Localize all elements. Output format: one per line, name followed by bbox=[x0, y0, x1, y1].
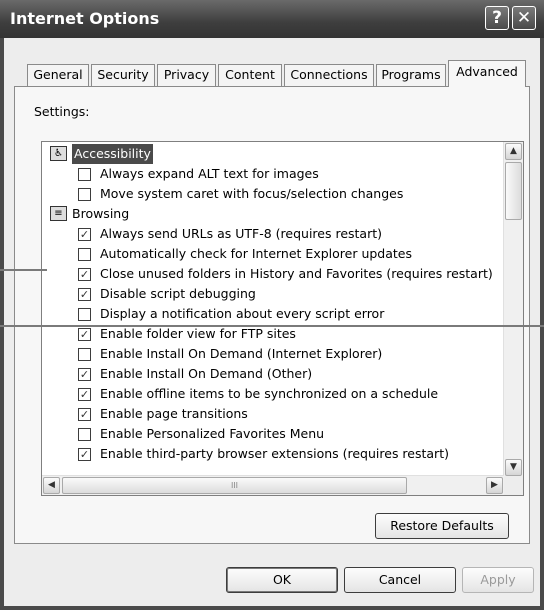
scroll-up-button[interactable]: ▲ bbox=[505, 143, 522, 160]
restore-defaults-button[interactable]: Restore Defaults bbox=[375, 513, 509, 539]
internet-options-window: Internet Options ? ✕ General Security Pr… bbox=[0, 0, 544, 610]
tab-connections[interactable]: Connections bbox=[284, 64, 374, 86]
settings-category[interactable]: ≡ Browsing bbox=[42, 204, 502, 224]
option-label: Disable script debugging bbox=[100, 286, 256, 301]
checkbox-unchecked[interactable] bbox=[78, 168, 91, 181]
horizontal-scrollbar[interactable]: ◀ III ▶ bbox=[42, 475, 504, 495]
settings-option[interactable]: ✓ Enable Install On Demand (Other) bbox=[42, 364, 502, 384]
checkbox-unchecked[interactable] bbox=[78, 348, 91, 361]
tab-general[interactable]: General bbox=[27, 64, 89, 86]
settings-label: Settings: bbox=[34, 104, 90, 119]
advanced-tab-panel: Settings: ♿ Accessibility Always expand AL… bbox=[14, 86, 530, 544]
settings-option[interactable]: ✓ Always send URLs as UTF-8 (requires res… bbox=[42, 224, 502, 244]
checkbox-checked[interactable]: ✓ bbox=[78, 408, 91, 421]
vertical-scrollbar[interactable]: ▲ ▼ bbox=[503, 142, 523, 477]
checkbox-checked[interactable]: ✓ bbox=[78, 328, 91, 341]
browsing-icon: ≡ bbox=[50, 206, 67, 221]
settings-option[interactable]: ✓ Enable folder view for FTP sites bbox=[42, 324, 502, 344]
overlay-line bbox=[0, 325, 544, 327]
checkbox-checked[interactable]: ✓ bbox=[78, 288, 91, 301]
checkbox-unchecked[interactable] bbox=[78, 308, 91, 321]
tab-security[interactable]: Security bbox=[91, 64, 155, 86]
option-label: Enable Personalized Favorites Menu bbox=[100, 426, 325, 441]
scroll-down-button[interactable]: ▼ bbox=[505, 459, 522, 476]
checkbox-checked[interactable]: ✓ bbox=[78, 268, 91, 281]
scroll-right-button[interactable]: ▶ bbox=[486, 477, 503, 494]
cancel-button[interactable]: Cancel bbox=[344, 567, 456, 593]
checkbox-checked[interactable]: ✓ bbox=[78, 388, 91, 401]
dialog-body: General Security Privacy Content Connect… bbox=[4, 38, 540, 606]
apply-button[interactable]: Apply bbox=[462, 567, 534, 593]
settings-option[interactable]: ✓ Close unused folders in History and Fav… bbox=[42, 264, 502, 284]
close-button[interactable]: ✕ bbox=[512, 6, 536, 30]
title-bar[interactable]: Internet Options ? ✕ bbox=[0, 0, 544, 38]
settings-option[interactable]: Enable Install On Demand (Internet Explo… bbox=[42, 344, 502, 364]
settings-option[interactable]: ✓ Enable offline items to be synchronized… bbox=[42, 384, 502, 404]
settings-option[interactable]: ✓ Enable page transitions bbox=[42, 404, 502, 424]
settings-option[interactable]: Always expand ALT text for images bbox=[42, 164, 502, 184]
option-label: Enable Install On Demand (Internet Explo… bbox=[100, 346, 383, 361]
settings-category[interactable]: ♿ Accessibility bbox=[42, 144, 502, 164]
option-label: Enable folder view for FTP sites bbox=[100, 326, 296, 341]
category-label: Accessibility bbox=[72, 144, 153, 164]
option-label: Always send URLs as UTF-8 (requires rest… bbox=[100, 226, 383, 241]
tab-content[interactable]: Content bbox=[218, 64, 282, 86]
checkbox-checked[interactable]: ✓ bbox=[78, 368, 91, 381]
option-label: Enable Install On Demand (Other) bbox=[100, 366, 313, 381]
settings-option[interactable]: Automatically check for Internet Explore… bbox=[42, 244, 502, 264]
overlay-line bbox=[0, 269, 47, 271]
checkbox-checked[interactable]: ✓ bbox=[78, 448, 91, 461]
checkbox-unchecked[interactable] bbox=[78, 248, 91, 261]
option-label: Automatically check for Internet Explore… bbox=[100, 246, 412, 261]
vertical-scroll-thumb[interactable] bbox=[505, 162, 522, 220]
category-label: Browsing bbox=[72, 206, 130, 221]
settings-option[interactable]: ✓ Disable script debugging bbox=[42, 284, 502, 304]
option-label: Enable page transitions bbox=[100, 406, 248, 421]
tab-programs[interactable]: Programs bbox=[376, 64, 446, 86]
settings-list[interactable]: ♿ Accessibility Always expand ALT text for… bbox=[41, 141, 524, 496]
checkbox-unchecked[interactable] bbox=[78, 428, 91, 441]
option-label: Move system caret with focus/selection c… bbox=[100, 186, 404, 201]
tab-privacy[interactable]: Privacy bbox=[157, 64, 216, 86]
accessibility-icon: ♿ bbox=[50, 146, 67, 161]
scroll-left-button[interactable]: ◀ bbox=[43, 477, 60, 494]
checkbox-checked[interactable]: ✓ bbox=[78, 228, 91, 241]
option-label: Enable third-party browser extensions (r… bbox=[100, 446, 449, 461]
checkbox-unchecked[interactable] bbox=[78, 188, 91, 201]
option-label: Enable offline items to be synchronized … bbox=[100, 386, 439, 401]
settings-option[interactable]: Display a notification about every scrip… bbox=[42, 304, 502, 324]
settings-option[interactable]: Enable Personalized Favorites Menu bbox=[42, 424, 502, 444]
help-button[interactable]: ? bbox=[485, 6, 509, 30]
window-title: Internet Options bbox=[10, 9, 160, 28]
settings-option[interactable]: Move system caret with focus/selection c… bbox=[42, 184, 502, 204]
ok-button[interactable]: OK bbox=[226, 567, 338, 593]
scrollbar-corner bbox=[504, 476, 523, 495]
settings-option[interactable]: ✓ Enable third-party browser extensions (… bbox=[42, 444, 502, 464]
option-label: Close unused folders in History and Favo… bbox=[100, 266, 493, 281]
option-label: Always expand ALT text for images bbox=[100, 166, 319, 181]
tab-advanced[interactable]: Advanced bbox=[448, 60, 526, 87]
option-label: Display a notification about every scrip… bbox=[100, 306, 385, 321]
horizontal-scroll-thumb[interactable]: III bbox=[62, 477, 407, 494]
